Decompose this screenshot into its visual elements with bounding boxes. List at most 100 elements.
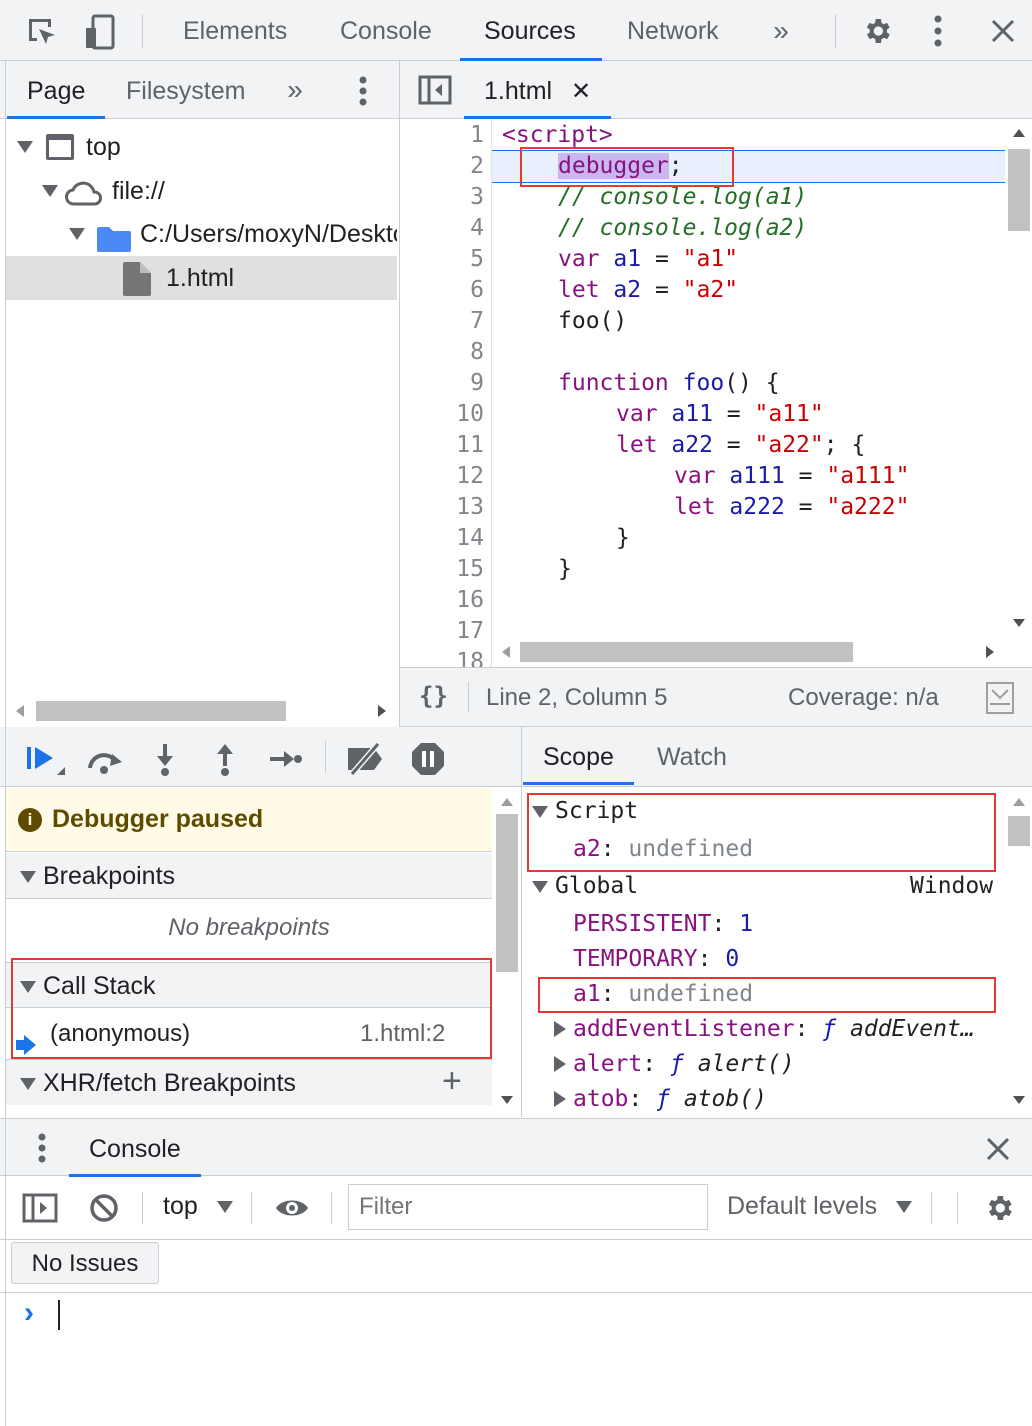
sidebar-vertical-scrollbar[interactable] [494,788,520,1116]
tab-filesystem[interactable]: Filesystem [126,61,245,119]
clear-console-icon[interactable] [86,1190,122,1226]
devtools-toolbar: Elements Console Sources Network » [0,0,1032,61]
tab-console-drawer[interactable]: Console [69,1119,201,1177]
pause-on-exceptions-icon[interactable] [406,737,450,781]
add-icon[interactable]: + [442,1058,462,1104]
console-toolbar: top Default levels [0,1176,1032,1240]
scrollbar-thumb[interactable] [1008,816,1030,846]
tree-item-label: 1.html [166,264,235,292]
scope-section-global[interactable]: Global Window [522,869,1002,904]
scope-variable[interactable]: atob: ƒ atob() [522,1082,1002,1117]
step-into-icon[interactable] [146,739,184,779]
navigator-horizontal-scrollbar[interactable] [6,697,397,725]
cursor-position: Line 2, Column 5 [486,684,668,711]
no-breakpoints-text: No breakpoints [168,914,330,941]
console-prompt[interactable]: › [6,1294,1032,1426]
tab-scope[interactable]: Scope [523,727,634,785]
chevron-right-icon [554,1021,566,1037]
kebab-menu-icon[interactable] [28,1131,56,1165]
chevron-right-icon [554,1091,566,1107]
prompt-icon: › [24,1296,34,1329]
issues-button[interactable]: No Issues [11,1242,159,1284]
highlight-box [527,793,996,872]
coverage-icon[interactable] [986,682,1014,714]
sidebar-toggle-icon[interactable] [20,1190,60,1226]
tab-console[interactable]: Console [340,0,432,61]
chevron-down-icon[interactable] [69,228,85,240]
device-toolbar-icon[interactable] [80,12,120,52]
file-tab-label: 1.html [484,77,553,105]
xhr-breakpoints-header[interactable]: XHR/fetch Breakpoints + [6,1059,492,1105]
editor-tabs: 1.html ✕ [400,61,1032,119]
file-tab-1html[interactable]: 1.html ✕ [463,61,612,119]
tree-item-label: top [86,133,121,161]
console-filter-input[interactable] [348,1184,708,1230]
scrollbar-thumb[interactable] [1008,149,1030,231]
tab-network[interactable]: Network [627,0,719,61]
context-selector[interactable]: top [163,1192,233,1221]
step-out-icon[interactable] [206,739,244,779]
scrollbar-thumb[interactable] [520,642,853,662]
tree-item-label: C:/Users/moxyN/Desktop [140,220,397,248]
tree-item-top[interactable]: top [0,125,397,169]
tab-page[interactable]: Page [6,61,106,119]
editor-vertical-scrollbar[interactable] [1005,119,1032,637]
debugger-controls [0,727,521,787]
scope-vertical-scrollbar[interactable] [1006,788,1032,1116]
gear-icon[interactable] [980,1190,1018,1226]
step-icon[interactable] [264,739,306,779]
chevron-down-icon [532,881,548,893]
eye-icon[interactable] [272,1190,312,1226]
folder-icon [97,222,131,256]
tree-item-1html[interactable]: 1.html [6,256,397,300]
chevron-double-right-icon[interactable]: » [280,73,310,107]
file-icon [123,262,151,300]
frame-icon [46,134,74,160]
console-drawer-header: Console [0,1118,1032,1177]
tree-item-file[interactable]: file:// [0,169,397,213]
tab-sources[interactable]: Sources [460,0,602,61]
deactivate-breakpoints-icon[interactable] [342,739,388,779]
tree-item-folder[interactable]: C:/Users/moxyN/Desktop [0,212,397,256]
chevron-down-icon [216,1201,233,1214]
gear-icon[interactable] [858,12,896,50]
chevron-right-icon [554,1056,566,1072]
close-icon[interactable] [984,12,1022,50]
breakpoints-header[interactable]: Breakpoints [6,853,492,899]
pretty-print-icon[interactable]: {} [419,682,448,710]
resume-icon[interactable] [22,739,68,779]
close-icon[interactable] [982,1133,1014,1165]
cloud-icon [64,177,104,213]
log-levels-dropdown[interactable]: Default levels [727,1192,913,1221]
chevron-down-icon [20,1078,36,1090]
scope-tabs: Scope Watch [522,727,1032,787]
step-over-icon[interactable] [82,739,128,779]
issues-row: No Issues [0,1240,1032,1293]
scope-variable[interactable]: alert: ƒ alert() [522,1047,1002,1082]
info-icon: i [18,808,42,832]
kebab-menu-icon[interactable] [348,73,378,109]
tree-item-label: file:// [112,177,165,205]
editor-status-bar: {} Line 2, Column 5 Coverage: n/a [400,667,1032,727]
chevron-down-icon[interactable] [17,141,33,153]
scope-variable[interactable]: PERSISTENT: 1 [522,907,1002,942]
highlight-box [520,147,734,187]
highlight-box [11,958,492,1059]
editor-horizontal-scrollbar[interactable] [492,638,1004,666]
scope-variable[interactable]: addEventListener: ƒ addEvent… [522,1012,1002,1047]
close-icon[interactable]: ✕ [571,78,591,105]
text-cursor [58,1300,60,1330]
chevron-down-icon [896,1201,913,1214]
tab-elements[interactable]: Elements [183,0,287,61]
highlight-box [538,977,996,1013]
scrollbar-thumb[interactable] [496,814,518,972]
chevron-down-icon[interactable] [42,185,58,197]
kebab-menu-icon[interactable] [920,12,956,50]
tab-watch[interactable]: Watch [657,727,727,785]
scrollbar-thumb[interactable] [36,701,286,721]
chevron-double-right-icon[interactable]: » [764,14,798,48]
scope-variable[interactable]: TEMPORARY: 0 [522,942,1002,977]
toggle-navigator-icon[interactable] [417,73,453,107]
coverage-status: Coverage: n/a [788,684,939,711]
inspect-element-icon[interactable] [22,12,62,52]
